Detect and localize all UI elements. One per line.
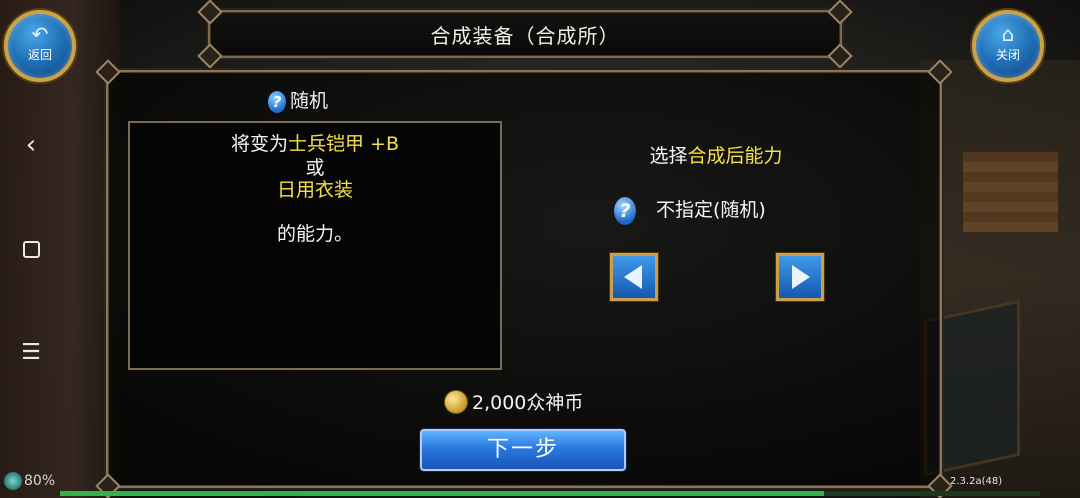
back-button[interactable]: ↶ 返回: [4, 10, 76, 82]
ability-option-label: 不指定(随机): [656, 199, 766, 221]
arrow-right-icon: [792, 265, 810, 289]
home-icon: ⌂: [1001, 22, 1015, 46]
info-prefix: 将变为: [230, 133, 288, 155]
system-nav-bar: ‹ ☰: [0, 100, 60, 400]
background-crate: [961, 150, 1060, 234]
battery-icon: [4, 472, 22, 490]
cost-amount: 2,000众神币: [472, 392, 584, 414]
coin-icon: [444, 389, 468, 414]
select-title-highlight: 合成后能力: [687, 145, 783, 167]
system-back-icon[interactable]: ‹: [18, 132, 44, 158]
progress-fill: [60, 491, 825, 496]
select-ability-title: 选择合成后能力: [606, 141, 826, 168]
previous-option-button[interactable]: [610, 253, 658, 301]
back-icon: ↶: [31, 22, 49, 46]
info-item-1: 士兵铠甲 +B: [288, 133, 399, 155]
game-screen: ‹ ☰ ↶ 返回 ⌂ 关闭 合成装备（合成所） ? 随机 将变为士兵铠甲 +B 或…: [0, 0, 1080, 498]
ability-option: ? 不指定(随机): [614, 195, 766, 225]
title-bar: 合成装备（合成所）: [197, 0, 853, 69]
system-home-icon[interactable]: [18, 236, 44, 262]
back-button-label: 返回: [27, 48, 52, 62]
progress-bar: [60, 491, 1040, 496]
random-label: ? 随机: [268, 86, 329, 113]
arrow-left-icon: [624, 265, 642, 289]
select-title-prefix: 选择: [649, 145, 688, 167]
close-button[interactable]: ⌂ 关闭: [972, 10, 1044, 82]
result-info-box: 将变为士兵铠甲 +B 或 日用衣装 的能力。: [128, 121, 502, 370]
next-option-button[interactable]: [776, 253, 824, 301]
info-suffix: 的能力。: [276, 223, 353, 245]
info-line-1: 将变为士兵铠甲 +B: [130, 129, 500, 156]
battery-text: 80%: [24, 473, 56, 489]
version-label: 2.3.2a(48): [950, 476, 1003, 487]
close-button-label: 关闭: [995, 48, 1020, 62]
question-icon: ?: [268, 90, 286, 113]
page-title: 合成装备（合成所）: [430, 24, 620, 48]
cost-display: 2,000众神币: [444, 388, 583, 416]
next-step-button[interactable]: 下一步: [420, 429, 626, 471]
info-item-2: 日用衣装: [276, 179, 353, 201]
system-menu-icon[interactable]: ☰: [18, 340, 44, 366]
random-label-text: 随机: [290, 90, 329, 112]
question-icon: ?: [614, 196, 636, 225]
battery-indicator: 80%: [4, 472, 55, 494]
